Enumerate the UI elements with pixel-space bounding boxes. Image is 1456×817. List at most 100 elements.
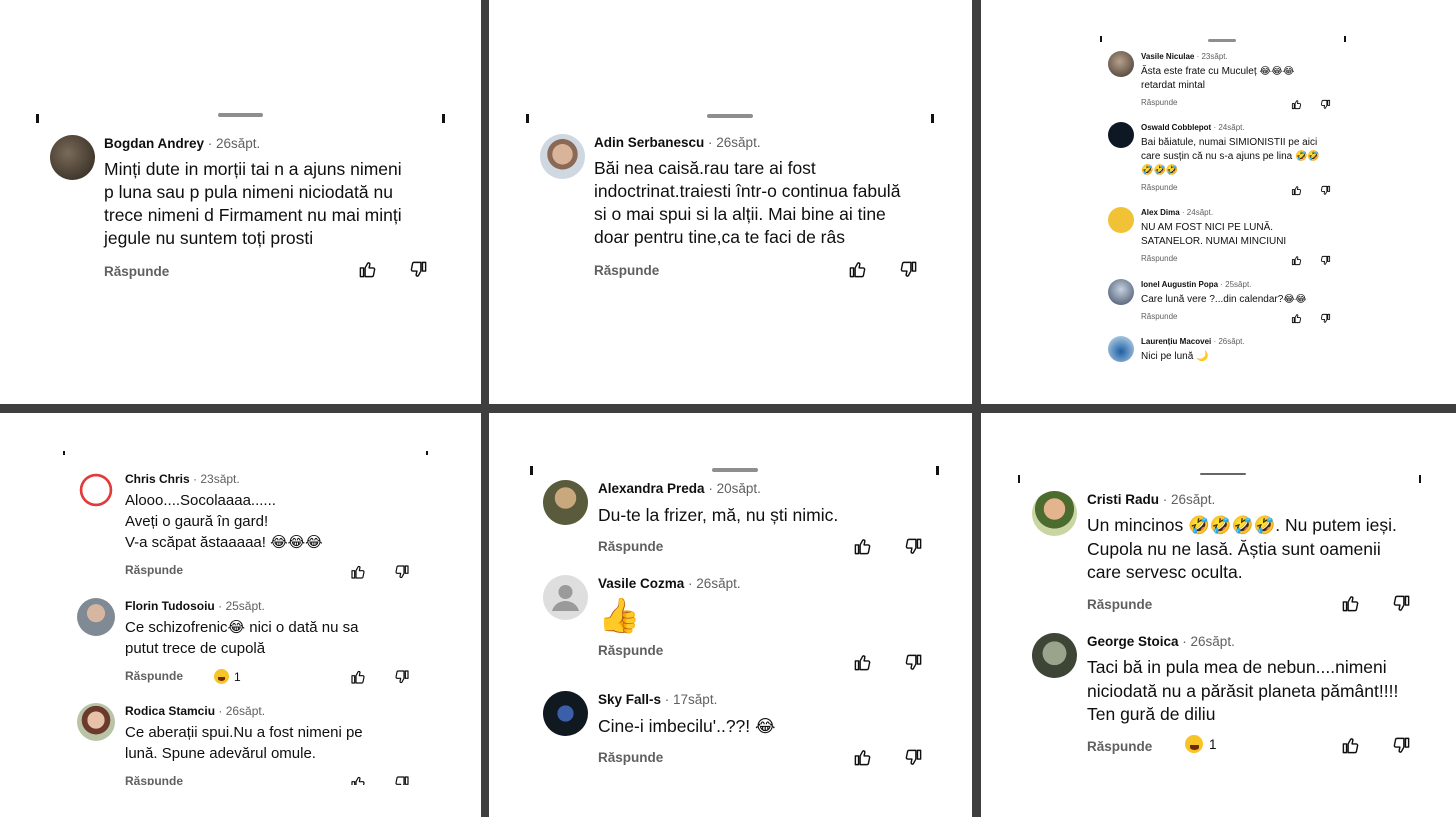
reply-button[interactable]: Răspunde bbox=[598, 750, 775, 765]
thumb-down-icon[interactable] bbox=[904, 653, 923, 672]
thumb-up-icon[interactable] bbox=[1291, 255, 1302, 266]
author-name[interactable]: Adin Serbanescu bbox=[594, 135, 704, 150]
thumb-down-icon[interactable] bbox=[899, 260, 918, 279]
sheet-drag-handle[interactable] bbox=[218, 113, 263, 117]
avatar[interactable] bbox=[77, 471, 115, 509]
avatar[interactable] bbox=[1032, 633, 1077, 678]
sheet-drag-handle[interactable] bbox=[1208, 39, 1236, 42]
reply-button[interactable]: Răspunde bbox=[125, 774, 363, 785]
thumb-up-icon[interactable] bbox=[853, 537, 872, 556]
comment-text: Cine-i imbecilu'..??! 😂 bbox=[598, 716, 776, 736]
thumb-up-icon[interactable] bbox=[1291, 313, 1302, 324]
author-name[interactable]: Alexandra Preda bbox=[598, 481, 705, 496]
thumb-down-icon[interactable] bbox=[1392, 736, 1411, 755]
author-name[interactable]: Bogdan Andrey bbox=[104, 136, 204, 151]
thumb-up-icon[interactable] bbox=[350, 775, 366, 785]
comment-body: Oswald Cobblepot · 24săpt. Bai băiatule,… bbox=[1141, 122, 1320, 192]
comment-text: Care lună vere ?...din calendar?😂😂 bbox=[1141, 294, 1307, 305]
screenshot-panel-1: Bogdan Andrey · 26săpt. Minți dute in mo… bbox=[0, 0, 481, 404]
thumb-down-icon[interactable] bbox=[394, 669, 410, 685]
avatar[interactable] bbox=[50, 135, 95, 180]
reply-button[interactable]: Răspunde bbox=[598, 539, 838, 554]
screenshot-panel-4: Chris Chris · 23săpt. Alooo....Socolaaaa… bbox=[0, 413, 481, 817]
author-name[interactable]: Florin Tudosoiu bbox=[125, 599, 215, 613]
avatar[interactable] bbox=[1108, 122, 1134, 148]
reply-button[interactable]: Răspunde bbox=[125, 563, 323, 577]
author-name[interactable]: Chris Chris bbox=[125, 472, 190, 486]
author-name[interactable]: Ionel Augustin Popa bbox=[1141, 280, 1218, 289]
author-name[interactable]: Alex Dima bbox=[1141, 208, 1180, 217]
comment-meta: Adin Serbanescu · 26săpt. bbox=[594, 135, 761, 150]
sheet-drag-handle[interactable] bbox=[712, 468, 758, 472]
thumb-down-icon[interactable] bbox=[394, 564, 410, 580]
avatar[interactable] bbox=[1108, 336, 1134, 362]
reply-button[interactable]: Răspunde bbox=[1141, 98, 1294, 107]
author-name[interactable]: Vasile Cozma bbox=[598, 576, 684, 591]
timestamp: 24săpt. bbox=[1218, 123, 1245, 132]
avatar[interactable] bbox=[1108, 279, 1134, 305]
comment-text: Ăsta este frate cu Muculeț 😂😂😂 retardat … bbox=[1141, 66, 1295, 91]
corner-mark bbox=[442, 114, 445, 123]
thumb-down-icon[interactable] bbox=[1320, 313, 1331, 324]
thumb-down-icon[interactable] bbox=[1392, 594, 1411, 613]
avatar[interactable] bbox=[77, 703, 115, 741]
reply-button[interactable]: Răspunde bbox=[104, 264, 402, 279]
avatar[interactable] bbox=[77, 598, 115, 636]
comment: Chris Chris · 23săpt. Alooo....Socolaaaa… bbox=[77, 471, 417, 581]
reply-button[interactable]: Răspunde bbox=[598, 643, 741, 658]
thumb-up-icon[interactable] bbox=[853, 748, 872, 767]
timestamp: 25săpt. bbox=[1225, 280, 1252, 289]
reply-button[interactable]: Răspunde bbox=[1141, 254, 1286, 263]
screenshot-panel-3: Vasile Niculae · 23săpt. Ăsta este frate… bbox=[981, 0, 1456, 404]
comment: Sky Fall-s · 17săpt. Cine-i imbecilu'..?… bbox=[543, 691, 928, 771]
thumb-up-icon[interactable] bbox=[358, 260, 377, 279]
thumb-up-icon[interactable] bbox=[1341, 594, 1360, 613]
author-name[interactable]: Laurențiu Macovei bbox=[1141, 337, 1211, 346]
comment: Oswald Cobblepot · 24săpt. Bai băiatule,… bbox=[1108, 122, 1340, 197]
thumb-down-icon[interactable] bbox=[904, 748, 923, 767]
author-name[interactable]: Rodica Stamciu bbox=[125, 704, 215, 718]
author-name[interactable]: Vasile Niculae bbox=[1141, 52, 1194, 61]
vote-actions bbox=[358, 260, 428, 279]
reaction-summary[interactable]: 1 bbox=[1185, 735, 1217, 753]
reaction-summary[interactable]: 1 bbox=[214, 669, 241, 684]
avatar[interactable] bbox=[543, 575, 588, 620]
sheet-drag-handle[interactable] bbox=[707, 114, 753, 118]
comment-meta: Ionel Augustin Popa · 25săpt. bbox=[1141, 280, 1252, 289]
thumb-up-icon[interactable] bbox=[1341, 736, 1360, 755]
thumb-up-icon[interactable] bbox=[1291, 99, 1302, 110]
author-name[interactable]: Cristi Radu bbox=[1087, 492, 1159, 507]
reply-button[interactable]: Răspunde bbox=[125, 669, 358, 683]
thumb-down-icon[interactable] bbox=[409, 260, 428, 279]
avatar[interactable] bbox=[543, 691, 588, 736]
thumb-up-icon[interactable] bbox=[350, 669, 366, 685]
corner-mark bbox=[1100, 36, 1102, 42]
timestamp: 23săpt. bbox=[1201, 52, 1228, 61]
author-name[interactable]: Oswald Cobblepot bbox=[1141, 123, 1211, 132]
thumb-down-icon[interactable] bbox=[1320, 185, 1331, 196]
thumb-down-icon[interactable] bbox=[1320, 255, 1331, 266]
comment: Laurențiu Macovei · 26săpt. Nici pe lună… bbox=[1108, 336, 1340, 368]
avatar[interactable] bbox=[540, 134, 585, 179]
comment-body: Laurențiu Macovei · 26săpt. Nici pe lună… bbox=[1141, 336, 1245, 364]
thumb-down-icon[interactable] bbox=[1320, 99, 1331, 110]
vote-actions bbox=[1291, 99, 1331, 110]
thumb-up-icon[interactable] bbox=[350, 564, 366, 580]
avatar[interactable] bbox=[1108, 207, 1134, 233]
author-name[interactable]: George Stoica bbox=[1087, 634, 1179, 649]
comment-meta: Alexandra Preda · 20săpt. bbox=[598, 481, 761, 496]
thumb-up-icon[interactable] bbox=[848, 260, 867, 279]
reaction-count: 1 bbox=[1209, 736, 1217, 752]
thumb-down-icon[interactable] bbox=[394, 775, 410, 785]
avatar[interactable] bbox=[1108, 51, 1134, 77]
vote-actions bbox=[848, 260, 918, 279]
avatar[interactable] bbox=[543, 480, 588, 525]
thumb-down-icon[interactable] bbox=[904, 537, 923, 556]
comment-meta: Florin Tudosoiu · 25săpt. bbox=[125, 599, 265, 613]
thumb-up-icon[interactable] bbox=[1291, 185, 1302, 196]
thumb-up-icon[interactable] bbox=[853, 653, 872, 672]
reply-button[interactable]: Răspunde bbox=[1141, 312, 1307, 321]
author-name[interactable]: Sky Fall-s bbox=[598, 692, 661, 707]
sheet-drag-handle[interactable] bbox=[1200, 473, 1246, 475]
avatar[interactable] bbox=[1032, 491, 1077, 536]
